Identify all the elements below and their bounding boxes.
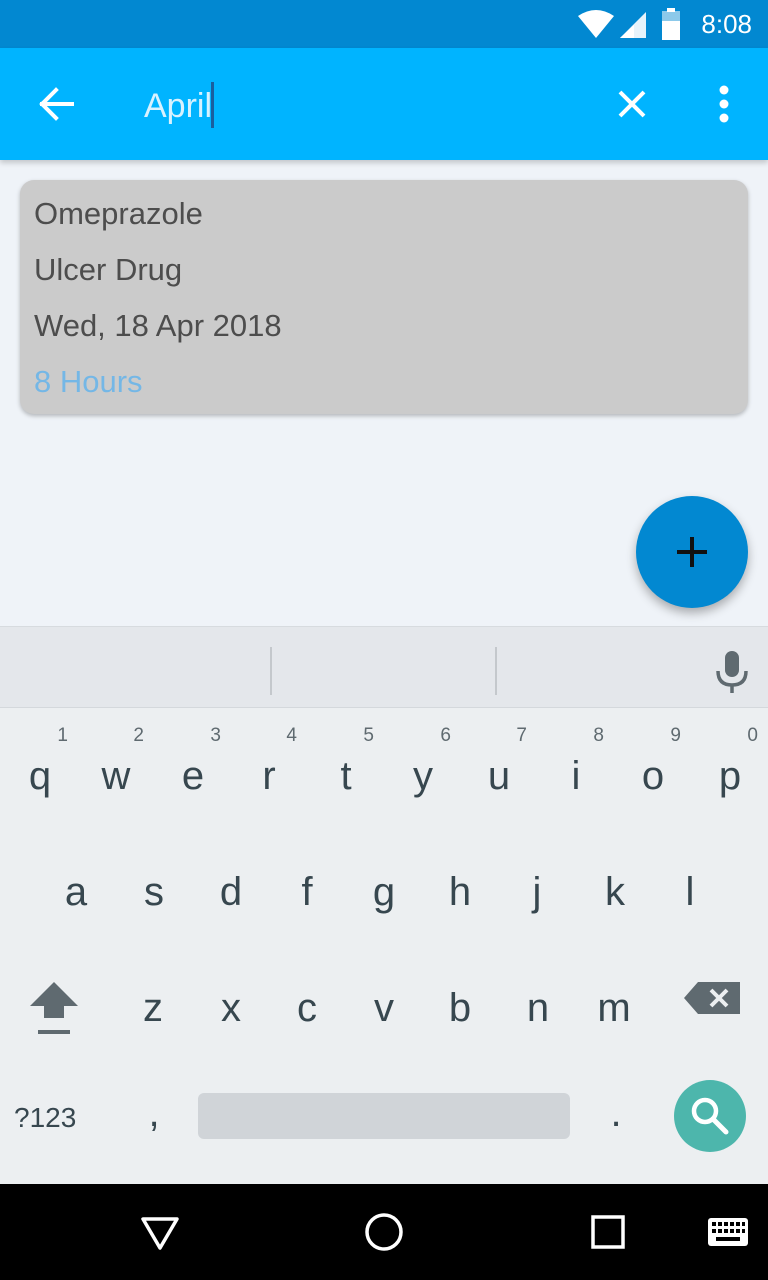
- search-key[interactable]: [674, 1080, 746, 1152]
- key-hint: 5: [363, 725, 374, 746]
- key-letter: u: [487, 754, 511, 798]
- key-letter: l: [685, 870, 695, 914]
- key-letter: c: [297, 986, 317, 1030]
- key-letter: q: [28, 754, 52, 798]
- key-d[interactable]: d: [195, 836, 267, 936]
- key-u[interactable]: 7u: [463, 718, 535, 818]
- key-i[interactable]: 8i: [540, 718, 612, 818]
- nav-home-icon[interactable]: [354, 1202, 414, 1262]
- system-nav-bar: [0, 1184, 768, 1280]
- key-q[interactable]: 1q: [4, 718, 76, 818]
- key-h[interactable]: h: [424, 836, 496, 936]
- key-f[interactable]: f: [271, 836, 343, 936]
- key-letter: j: [532, 870, 542, 914]
- battery-icon: [662, 8, 680, 40]
- medication-date: Wed, 18 Apr 2018: [34, 308, 282, 343]
- key-letter: v: [374, 986, 394, 1030]
- key-hint: 9: [670, 725, 681, 746]
- key-letter: t: [340, 754, 352, 798]
- suggestion-divider: [270, 647, 272, 695]
- dose-interval: 8 Hours: [34, 364, 143, 399]
- add-medication-button[interactable]: [636, 496, 748, 608]
- key-letter: m: [597, 986, 631, 1030]
- key-letter: x: [221, 986, 241, 1030]
- space-bar[interactable]: [198, 1093, 570, 1139]
- microphone-icon[interactable]: [704, 643, 760, 699]
- key-letter: a: [64, 870, 88, 914]
- key-letter: f: [301, 870, 313, 914]
- key-p[interactable]: 0p: [694, 718, 766, 818]
- key-letter: e: [181, 754, 205, 798]
- close-icon[interactable]: [604, 76, 660, 132]
- wifi-icon: [578, 10, 614, 38]
- key-letter: r: [262, 754, 276, 798]
- key-letter: p: [718, 754, 742, 798]
- key-k[interactable]: k: [579, 836, 651, 936]
- soft-keyboard: 1q 2w 3e 4r 5t 6y 7u 8i 9o 0p a s d f g …: [0, 626, 768, 1184]
- key-a[interactable]: a: [40, 836, 112, 936]
- medication-card[interactable]: Omeprazole Ulcer Drug Wed, 18 Apr 2018 8…: [20, 180, 748, 414]
- key-t[interactable]: 5t: [310, 718, 382, 818]
- key-letter: n: [526, 986, 550, 1030]
- key-o[interactable]: 9o: [617, 718, 689, 818]
- key-m[interactable]: m: [578, 952, 650, 1052]
- key-e[interactable]: 3e: [157, 718, 229, 818]
- key-r[interactable]: 4r: [233, 718, 305, 818]
- status-time: 8:08: [701, 9, 752, 39]
- comma-key[interactable]: ,: [126, 1078, 182, 1148]
- key-s[interactable]: s: [118, 836, 190, 936]
- symbols-key[interactable]: ?123: [14, 1102, 114, 1162]
- key-letter: y: [413, 754, 433, 798]
- key-g[interactable]: g: [348, 836, 420, 936]
- key-v[interactable]: v: [348, 952, 420, 1052]
- period-key[interactable]: .: [588, 1078, 644, 1148]
- key-hint: 7: [516, 725, 527, 746]
- plus-icon: [677, 537, 707, 567]
- key-y[interactable]: 6y: [387, 718, 459, 818]
- key-letter: k: [605, 870, 625, 914]
- key-letter: z: [143, 986, 163, 1030]
- more-vert-icon[interactable]: [696, 76, 752, 132]
- suggestion-divider: [495, 647, 497, 695]
- status-bar: 8:08: [0, 0, 768, 48]
- key-w[interactable]: 2w: [80, 718, 152, 818]
- key-c[interactable]: c: [271, 952, 343, 1052]
- shift-icon[interactable]: [18, 970, 90, 1050]
- search-icon: [691, 1097, 729, 1135]
- key-letter: i: [571, 754, 581, 798]
- drug-type: Ulcer Drug: [34, 252, 183, 287]
- key-hint: 3: [210, 725, 221, 746]
- key-letter: o: [641, 754, 665, 798]
- key-n[interactable]: n: [502, 952, 574, 1052]
- key-letter: d: [219, 870, 243, 914]
- suggestion-strip: [0, 626, 768, 708]
- key-letter: w: [101, 754, 131, 798]
- key-letter: b: [448, 986, 472, 1030]
- drug-name: Omeprazole: [34, 196, 203, 231]
- text-cursor: [211, 82, 214, 128]
- keyboard-icon[interactable]: [698, 1202, 758, 1262]
- key-hint: 0: [747, 725, 758, 746]
- key-x[interactable]: x: [195, 952, 267, 1052]
- search-app-bar: [0, 48, 768, 160]
- key-letter: g: [372, 870, 396, 914]
- key-hint: 4: [286, 725, 297, 746]
- nav-back-icon[interactable]: [130, 1202, 190, 1262]
- key-z[interactable]: z: [117, 952, 189, 1052]
- arrow-left-icon[interactable]: [28, 76, 84, 132]
- key-letter: h: [448, 870, 472, 914]
- cell-signal-icon: [620, 12, 646, 38]
- search-input[interactable]: [142, 78, 562, 134]
- key-b[interactable]: b: [424, 952, 496, 1052]
- key-hint: 8: [593, 725, 604, 746]
- key-letter: s: [144, 870, 164, 914]
- status-icons: [578, 8, 680, 40]
- key-hint: 6: [440, 725, 451, 746]
- nav-recents-icon[interactable]: [578, 1202, 638, 1262]
- key-j[interactable]: j: [501, 836, 573, 936]
- key-hint: 2: [133, 725, 144, 746]
- key-hint: 1: [57, 725, 68, 746]
- backspace-icon[interactable]: [682, 974, 746, 1022]
- key-l[interactable]: l: [654, 836, 726, 936]
